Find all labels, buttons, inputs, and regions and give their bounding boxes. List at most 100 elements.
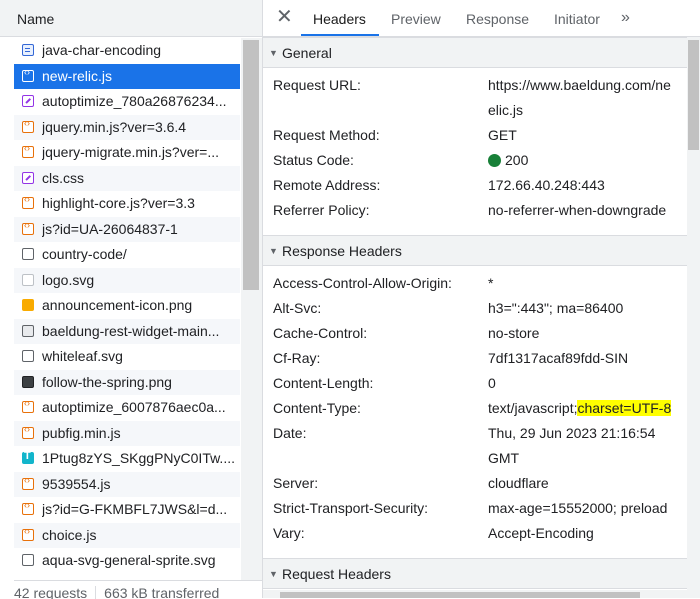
general-section-header[interactable]: ▼ General	[263, 37, 687, 68]
request-list-pane: Name java-char-encoding new-relic.js autop…	[0, 0, 262, 599]
collapse-triangle-icon: ▼	[269, 569, 278, 579]
request-name: logo.svg	[42, 271, 95, 288]
request-name: js?id=UA-26064837-1	[42, 220, 178, 237]
summary-divider	[95, 586, 97, 599]
server-value: cloudflare	[488, 475, 549, 491]
request-list-scrollbar-thumb[interactable]	[243, 40, 259, 290]
details-horizontal-scrollbar-thumb[interactable]	[280, 592, 640, 598]
request-row[interactable]: js?id=UA-26064837-1	[14, 216, 240, 242]
image-icon	[22, 375, 34, 388]
font-icon	[22, 450, 34, 464]
request-name: highlight-core.js?ver=3.3	[42, 195, 195, 211]
date-value: Thu, 29 Jun 2023 21:16:54	[488, 425, 656, 441]
request-name: announcement-icon.png	[42, 297, 193, 313]
content-type-cell: text/javascript;charset=UTF-8	[488, 400, 672, 416]
name-column-header[interactable]: Name	[0, 0, 262, 37]
tab-initiator[interactable]: Initiator	[554, 11, 600, 27]
request-headers-title: Request Headers	[282, 566, 391, 582]
header-key: Cf-Ray:	[273, 350, 321, 366]
request-name: java-char-encoding	[42, 42, 162, 58]
tab-response[interactable]: Response	[466, 11, 529, 27]
cache-control-value: no-store	[488, 325, 540, 341]
acao-value: *	[488, 275, 494, 291]
request-details-pane: ✕ Headers Preview Response Initiator » ▼…	[263, 0, 700, 598]
request-row[interactable]: logo.svg	[14, 267, 240, 293]
request-name: 1Ptug8zYS_SKggPNyC0ITw....	[42, 450, 235, 466]
tab-preview[interactable]: Preview	[391, 11, 441, 27]
header-key: Vary:	[273, 525, 305, 541]
document-icon	[22, 44, 34, 56]
svg-image-icon	[22, 350, 34, 362]
request-url-value-wrap: elic.js	[488, 102, 524, 118]
header-key: Status Code:	[273, 152, 354, 168]
collapse-triangle-icon: ▼	[269, 246, 278, 256]
request-row[interactable]: autoptimize_6007876aec0a...	[14, 395, 240, 421]
request-row[interactable]: follow-the-spring.png	[14, 369, 240, 395]
other-icon	[22, 248, 34, 260]
status-ok-icon	[488, 154, 501, 167]
request-headers-section-header[interactable]: ▼ Request Headers	[263, 558, 687, 589]
tab-headers[interactable]: Headers	[313, 11, 366, 27]
header-key: Referrer Policy:	[273, 202, 370, 218]
request-row[interactable]: new-relic.js	[14, 63, 240, 89]
script-icon	[22, 143, 34, 158]
request-count: 42 requests	[14, 585, 88, 599]
header-key: Content-Type:	[273, 400, 361, 416]
request-row[interactable]: aqua-svg-general-sprite.svg	[14, 548, 240, 574]
request-name: baeldung-rest-widget-main...	[42, 322, 220, 339]
request-name: jquery.min.js?ver=3.6.4	[42, 118, 187, 135]
stylesheet-icon	[22, 95, 34, 107]
more-tabs-icon[interactable]: »	[621, 9, 630, 27]
request-name: choice.js	[42, 526, 97, 543]
response-headers-section-header[interactable]: ▼ Response Headers	[263, 235, 687, 266]
request-name: autoptimize_780a26876234...	[42, 93, 227, 109]
request-row[interactable]: highlight-core.js?ver=3.3	[14, 191, 240, 217]
request-row[interactable]: country-code/	[14, 242, 240, 268]
name-column-label: Name	[17, 11, 55, 27]
request-name: 9539554.js	[42, 475, 111, 492]
script-icon	[22, 220, 34, 235]
header-key: Request URL:	[273, 77, 361, 93]
request-row[interactable]: java-char-encoding	[14, 38, 240, 64]
script-icon	[22, 424, 34, 439]
request-name: aqua-svg-general-sprite.svg	[42, 552, 216, 568]
script-icon	[22, 398, 34, 413]
script-icon	[22, 526, 34, 541]
request-row[interactable]: announcement-icon.png	[14, 293, 240, 319]
script-icon	[22, 118, 34, 133]
header-key: Remote Address:	[273, 177, 381, 193]
header-key: Request Method:	[273, 127, 380, 143]
details-scrollbar-thumb[interactable]	[688, 40, 699, 150]
request-row[interactable]: whiteleaf.svg	[14, 344, 240, 370]
header-key: Access-Control-Allow-Origin:	[273, 275, 452, 291]
request-row[interactable]: 1Ptug8zYS_SKggPNyC0ITw....	[14, 446, 240, 472]
request-row[interactable]: jquery-migrate.min.js?ver=...	[14, 140, 240, 166]
request-row[interactable]: pubfig.min.js	[14, 420, 240, 446]
referrer-policy-value: no-referrer-when-downgrade	[488, 202, 667, 218]
close-icon[interactable]: ✕	[276, 7, 293, 27]
request-name: jquery-migrate.min.js?ver=...	[42, 144, 220, 160]
request-name: new-relic.js	[42, 67, 113, 84]
collapse-triangle-icon: ▼	[269, 48, 278, 58]
request-row[interactable]: choice.js	[14, 522, 240, 548]
request-row[interactable]: autoptimize_780a26876234...	[14, 89, 240, 115]
request-row[interactable]: cls.css	[14, 165, 240, 191]
network-summary-bar: 42 requests 663 kB transferred	[14, 580, 262, 599]
request-name: follow-the-spring.png	[42, 373, 172, 390]
request-row[interactable]: js?id=G-FKMBFL7JWS&l=d...	[14, 497, 240, 523]
header-key: Cache-Control:	[273, 325, 368, 341]
headers-content: ▼ General Request URL: https://www.baeld…	[263, 37, 687, 598]
stylesheet-icon	[22, 171, 34, 184]
general-section-title: General	[282, 45, 332, 61]
alt-svc-value: h3=":443"; ma=86400	[488, 300, 624, 316]
request-row[interactable]: 9539554.js	[14, 471, 240, 497]
request-row[interactable]: baeldung-rest-widget-main...	[14, 318, 240, 344]
svg-image-icon	[22, 273, 34, 286]
response-headers-title: Response Headers	[282, 243, 402, 259]
header-key: Server:	[273, 475, 319, 491]
script-icon	[22, 475, 34, 490]
image-icon	[22, 324, 34, 337]
request-row[interactable]: jquery.min.js?ver=3.6.4	[14, 114, 240, 140]
hsts-value: max-age=15552000; preload	[488, 500, 668, 516]
vary-value: Accept-Encoding	[488, 525, 594, 541]
